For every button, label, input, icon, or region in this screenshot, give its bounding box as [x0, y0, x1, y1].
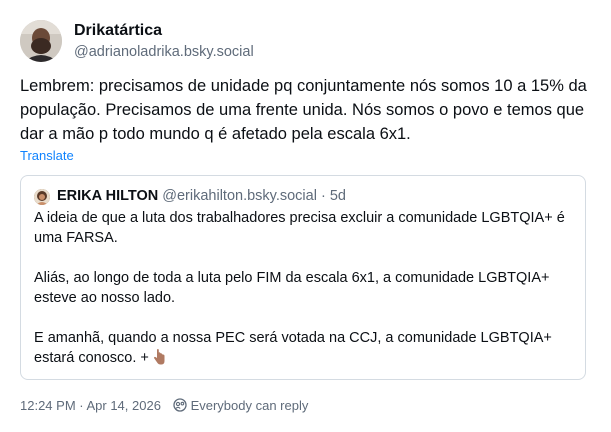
author-display-name[interactable]: Drikatártica — [74, 22, 162, 40]
post-meta: 12:24 PM · Apr 14, 2026 Everybody can re… — [20, 398, 308, 413]
reply-permission-icon — [172, 398, 187, 412]
quoted-post-card[interactable]: ERIKA HILTON @erikahilton.bsky.social · … — [20, 175, 586, 380]
author-handle[interactable]: @adrianoladrika.bsky.social — [74, 44, 254, 60]
post-thread-anchor: Drikatártica @adrianoladrika.bsky.social… — [0, 0, 611, 432]
quote-author-handle: @erikahilton.bsky.social — [162, 188, 317, 204]
pointing-down-hand-emoji-icon — [153, 349, 165, 365]
quote-author-name: ERIKA HILTON — [57, 188, 159, 204]
quote-body: A ideia de que a luta dos trabalhadores … — [34, 208, 574, 368]
quote-paragraph: Aliás, ao longo de toda a luta pelo FIM … — [34, 270, 550, 306]
quote-paragraph-last: E amanhã, quando a nossa PEC será votada… — [34, 328, 574, 368]
post-body-text: Lembrem: precisamos de unidade pq conjun… — [20, 77, 587, 143]
reply-setting-label[interactable]: Everybody can reply — [191, 398, 309, 413]
translate-link[interactable]: Translate — [20, 148, 74, 163]
avatar-image — [20, 20, 62, 62]
quote-separator: · — [320, 188, 326, 204]
post-timestamp[interactable]: 12:24 PM · Apr 14, 2026 — [20, 398, 161, 413]
quote-header: ERIKA HILTON @erikahilton.bsky.social · … — [57, 188, 346, 204]
quote-age: 5d — [329, 188, 346, 204]
quote-paragraph: A ideia de que a luta dos trabalhadores … — [34, 210, 565, 246]
author-avatar[interactable] — [20, 20, 62, 62]
quote-paragraph-text: E amanhã, quando a nossa PEC será votada… — [34, 330, 552, 366]
quote-avatar-image — [34, 189, 50, 205]
quote-author-avatar — [34, 189, 50, 205]
